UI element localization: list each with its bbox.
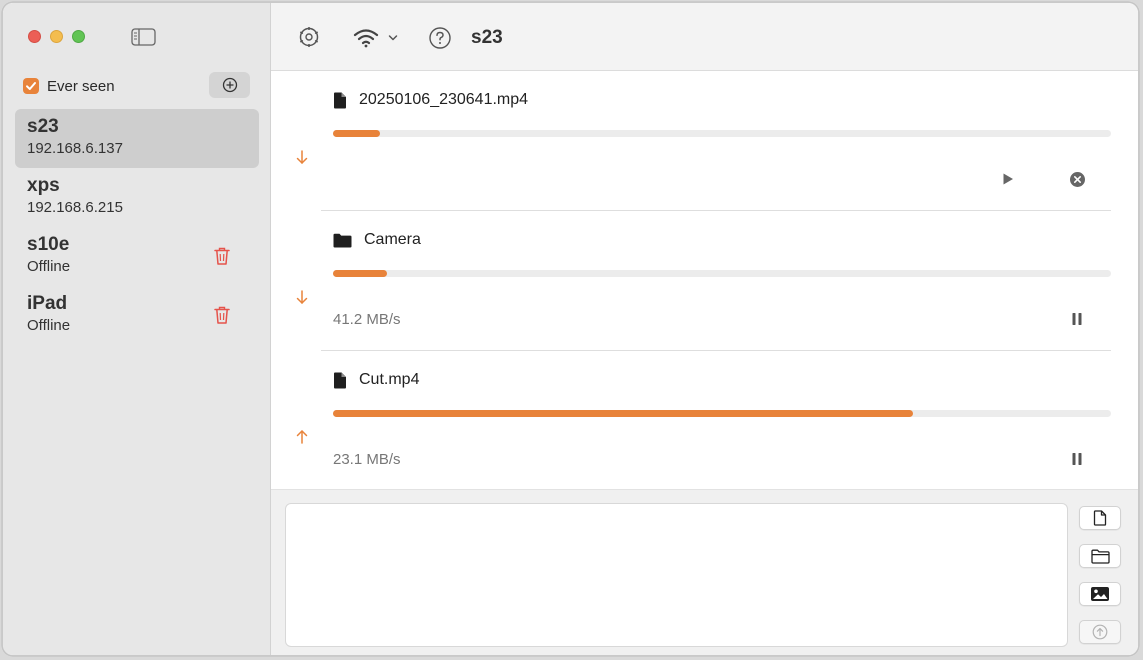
ever-seen-row: Ever seen [23,72,250,98]
progress-track [333,130,1111,137]
checkmark-icon [26,82,36,90]
transfer-item: Cut.mp4 23.1 MB/s [271,351,1138,491]
transfer-item: 20250106_230641.mp4 [271,71,1138,211]
toolbar: s23 [271,3,1138,71]
send-file-button[interactable] [1079,506,1121,530]
sidebar: Ever seen s23 192.168.6.137 xps 192.168.… [3,3,271,655]
download-arrow-icon [296,150,308,164]
device-status: 192.168.6.137 [27,140,123,157]
device-list: s23 192.168.6.137 xps 192.168.6.215 s10e… [15,109,259,345]
device-name: xps [27,175,60,196]
transfer-speed: 23.1 MB/s [333,451,401,468]
file-icon [334,372,346,388]
main-pane: s23 20250106_230641.mp4 Camera 41.2 MB/s… [271,3,1138,655]
plus-circle-icon [222,77,237,93]
pause-icon[interactable] [1071,311,1083,327]
ever-seen-checkbox[interactable] [23,78,39,94]
device-item-s23[interactable]: s23 192.168.6.137 [15,109,259,168]
device-name: s23 [27,116,59,137]
transfer-filename: Cut.mp4 [359,371,420,388]
message-input[interactable] [285,503,1068,647]
help-icon[interactable] [428,26,452,50]
device-item-s10e[interactable]: s10e Offline [15,227,259,286]
transfer-filename: 20250106_230641.mp4 [359,91,529,108]
cancel-icon[interactable] [1069,171,1086,188]
app-window: Ever seen s23 192.168.6.137 xps 192.168.… [2,2,1139,656]
window-controls [28,30,85,43]
chevron-down-icon[interactable] [388,34,398,42]
play-icon[interactable] [1001,172,1015,186]
sidebar-toggle-icon[interactable] [131,28,156,46]
device-status: 192.168.6.215 [27,199,123,216]
add-device-button[interactable] [209,72,250,98]
file-icon [334,92,346,108]
device-title: s23 [471,27,503,48]
settings-icon[interactable] [297,25,321,49]
close-window-button[interactable] [28,30,41,43]
send-file-icon [1093,510,1107,526]
transfer-item: Camera 41.2 MB/s [271,211,1138,351]
transfer-list: 20250106_230641.mp4 Camera 41.2 MB/s Cut… [271,71,1138,489]
progress-track [333,410,1111,417]
send-folder-button[interactable] [1079,544,1121,568]
trash-icon[interactable] [213,305,231,325]
zoom-window-button[interactable] [72,30,85,43]
transfer-header: Cut.mp4 [333,371,419,389]
transfer-filename: Camera [364,231,421,248]
send-buttons [1079,506,1123,655]
upload-arrow-icon [296,430,308,444]
send-image-icon [1091,587,1109,601]
send-image-button[interactable] [1079,582,1121,606]
transfer-header: 20250106_230641.mp4 [333,91,528,109]
device-item-ipad[interactable]: iPad Offline [15,286,259,345]
folder-icon [333,233,352,247]
progress-fill [333,410,913,417]
compose-area [271,489,1138,655]
send-button[interactable] [1079,620,1121,644]
minimize-window-button[interactable] [50,30,63,43]
send-folder-icon [1090,549,1110,564]
send-icon [1092,624,1108,640]
device-item-xps[interactable]: xps 192.168.6.215 [15,168,259,227]
ever-seen-label: Ever seen [47,77,115,95]
transfer-speed: 41.2 MB/s [333,311,401,328]
progress-track [333,270,1111,277]
trash-icon[interactable] [213,246,231,266]
download-arrow-icon [296,290,308,304]
wifi-icon[interactable] [353,28,379,48]
progress-fill [333,130,380,137]
transfer-header: Camera [333,231,421,249]
pause-icon[interactable] [1071,451,1083,467]
progress-fill [333,270,388,277]
